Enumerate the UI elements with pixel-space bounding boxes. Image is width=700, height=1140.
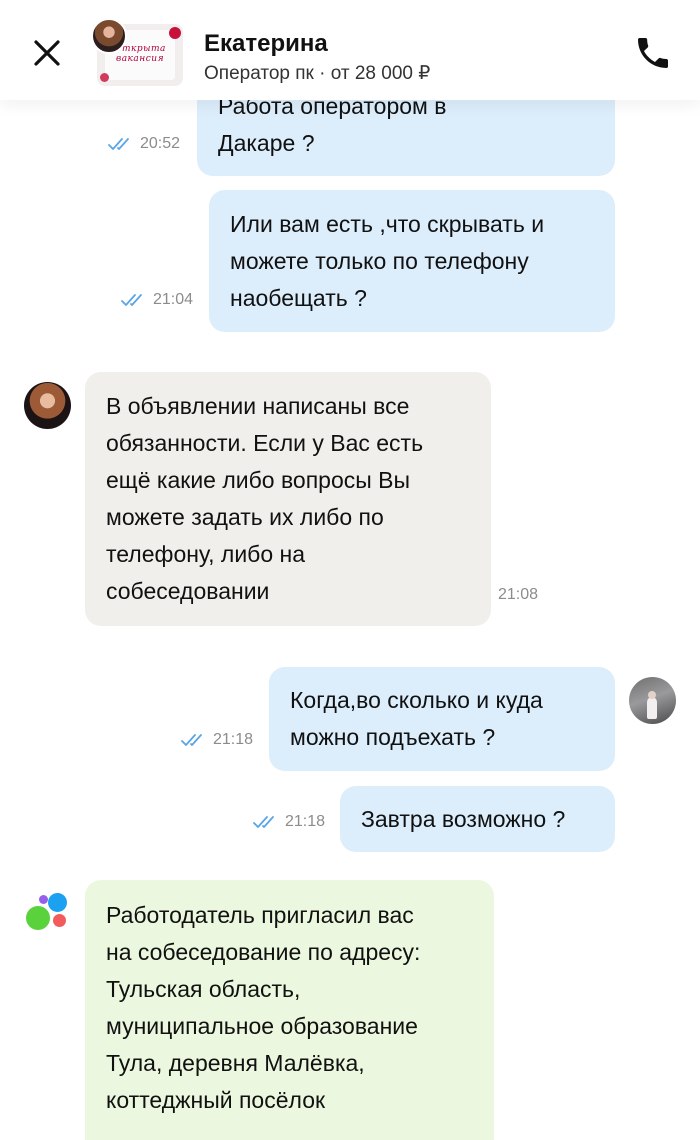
message-time: 21:04 [153, 291, 194, 308]
contact-avatar[interactable] [91, 18, 127, 54]
decoration [100, 73, 109, 82]
phone-icon [638, 38, 668, 68]
message-time: 20:52 [140, 135, 181, 152]
message-time: 21:18 [213, 731, 254, 748]
double-check-icon [253, 816, 274, 828]
chat-header: Открыта вакансия Екатерина Оператор пк ·… [0, 0, 700, 100]
message-incoming[interactable]: В объявлении написаны все обязанности. Е… [85, 372, 491, 626]
close-button[interactable] [30, 36, 64, 70]
avatar-figure [647, 697, 657, 719]
message-meta: 21:18 [181, 731, 253, 749]
message-text: В объявлении написаны все обязанности. Е… [106, 393, 424, 604]
double-check-icon [121, 294, 142, 306]
message-text: Или вам есть ,что скрывать и можете толь… [230, 211, 545, 311]
message-time: 21:18 [285, 813, 326, 830]
double-check-icon [108, 138, 129, 150]
logo-dot-red [53, 914, 66, 927]
service-logo-icon [26, 893, 70, 933]
message-meta: 21:04 [121, 291, 193, 309]
message-meta: 21:18 [253, 813, 325, 831]
message-outgoing[interactable]: Завтра возможно ? [340, 786, 615, 852]
user-avatar[interactable] [629, 677, 676, 724]
message-meta: 20:52 [108, 135, 180, 153]
decoration [169, 27, 181, 39]
logo-dot-blue [48, 893, 67, 912]
logo-dot-purple [39, 895, 48, 904]
close-icon [34, 40, 60, 66]
contact-name[interactable]: Екатерина [204, 30, 328, 58]
avatar-figure [648, 691, 656, 699]
double-check-icon [181, 734, 202, 746]
message-meta: 21:08 [498, 586, 538, 604]
message-text: Работодатель пригласил вас на собеседова… [106, 902, 421, 1113]
logo-dot-green [26, 906, 50, 930]
vacancy-subtitle[interactable]: Оператор пк · от 28 000 ₽ [204, 62, 430, 85]
message-outgoing[interactable]: Или вам есть ,что скрывать и можете толь… [209, 190, 615, 332]
interview-invitation-message[interactable]: Работодатель пригласил вас на собеседова… [85, 880, 494, 1140]
message-text: Когда,во сколько и куда можно подъехать … [290, 687, 543, 750]
call-button[interactable] [633, 33, 673, 73]
sender-avatar[interactable] [24, 382, 71, 429]
message-time: 21:08 [498, 586, 539, 603]
message-outgoing[interactable]: Когда,во сколько и куда можно подъехать … [269, 667, 615, 771]
message-text: Завтра возможно ? [361, 806, 566, 832]
